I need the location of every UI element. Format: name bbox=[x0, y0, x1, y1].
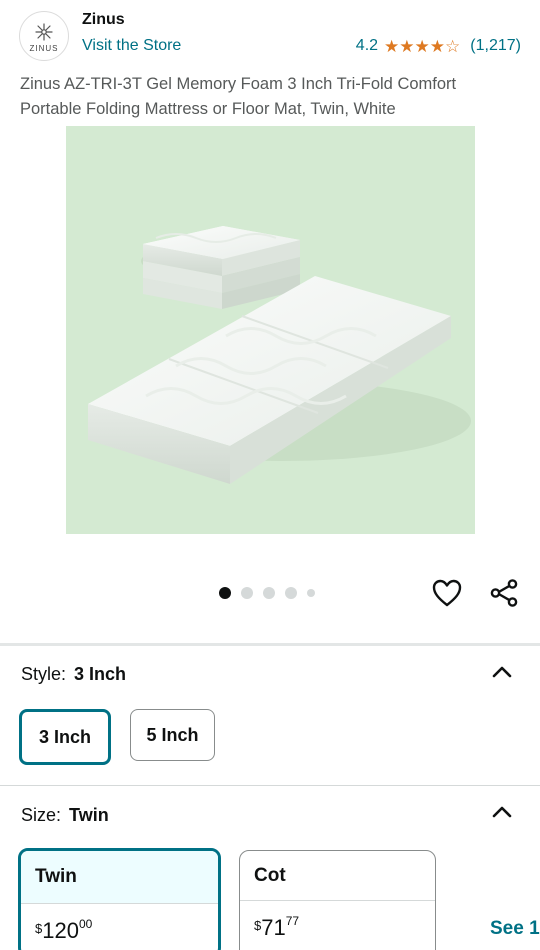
chevron-up-icon[interactable] bbox=[490, 660, 514, 684]
logo-text: ZINUS bbox=[29, 43, 59, 53]
carousel-dot[interactable] bbox=[285, 587, 297, 599]
star-full-icon: ★ bbox=[399, 36, 415, 56]
style-option-5-inch[interactable]: 5 Inch bbox=[130, 709, 215, 761]
wishlist-button[interactable] bbox=[431, 577, 463, 609]
size-option-price: $7177 bbox=[240, 901, 435, 941]
style-label-text: Style: bbox=[21, 664, 67, 684]
see-more-link[interactable]: See 1 bbox=[490, 918, 540, 940]
size-option-price: $12000 bbox=[21, 904, 218, 944]
price-whole: 120 bbox=[42, 918, 79, 943]
star-full-icon: ★ bbox=[384, 36, 400, 56]
carousel-dot[interactable] bbox=[219, 587, 231, 599]
image-carousel-dots[interactable] bbox=[219, 587, 315, 599]
size-option-name: Twin bbox=[21, 851, 218, 904]
size-option-twin[interactable]: Twin $12000 bbox=[18, 848, 221, 950]
rating-count[interactable]: (1,217) bbox=[470, 37, 521, 55]
folded-mattress-image bbox=[88, 226, 471, 484]
section-divider bbox=[0, 785, 540, 786]
style-option-3-inch[interactable]: 3 Inch bbox=[19, 709, 111, 765]
price-currency: $ bbox=[254, 918, 262, 933]
star-full-icon: ★ bbox=[414, 36, 430, 56]
chevron-up-icon[interactable] bbox=[490, 800, 514, 824]
store-header: ZINUS Zinus Visit the Store 4.2 ★ ★ ★ ★ ☆ (1… bbox=[0, 0, 540, 68]
product-title: Zinus AZ-TRI-3T Gel Memory Foam 3 Inch T… bbox=[20, 75, 457, 118]
size-selected-value: Twin bbox=[69, 805, 109, 825]
style-label: Style: 3 Inch bbox=[21, 664, 126, 685]
price-currency: $ bbox=[35, 921, 43, 936]
style-selected-value: 3 Inch bbox=[74, 664, 127, 684]
size-option-name: Cot bbox=[240, 851, 435, 901]
price-fraction: 77 bbox=[285, 913, 300, 928]
store-logo[interactable]: ZINUS bbox=[19, 11, 69, 61]
zinus-logo-icon bbox=[35, 22, 53, 41]
brand-name: Zinus bbox=[82, 11, 125, 28]
carousel-dot[interactable] bbox=[263, 587, 275, 599]
section-divider bbox=[0, 643, 540, 646]
carousel-dot[interactable] bbox=[307, 589, 315, 597]
size-label: Size: Twin bbox=[21, 805, 109, 826]
heart-icon bbox=[432, 579, 462, 607]
star-rating: ★ ★ ★ ★ ☆ bbox=[384, 38, 460, 55]
rating-summary[interactable]: 4.2 ★ ★ ★ ★ ☆ (1,217) bbox=[356, 37, 521, 55]
carousel-dot[interactable] bbox=[241, 587, 253, 599]
price-whole: 71 bbox=[261, 915, 286, 940]
size-option-cot[interactable]: Cot $7177 bbox=[239, 850, 436, 950]
product-image[interactable] bbox=[66, 126, 475, 534]
price-fraction: 00 bbox=[78, 916, 93, 931]
star-full-icon: ★ bbox=[429, 36, 446, 56]
size-label-text: Size: bbox=[21, 805, 62, 825]
share-icon bbox=[490, 579, 518, 607]
rating-value: 4.2 bbox=[355, 37, 379, 54]
visit-store-link[interactable]: Visit the Store bbox=[82, 37, 181, 55]
share-button[interactable] bbox=[488, 577, 520, 609]
star-empty-icon: ☆ bbox=[445, 36, 461, 56]
